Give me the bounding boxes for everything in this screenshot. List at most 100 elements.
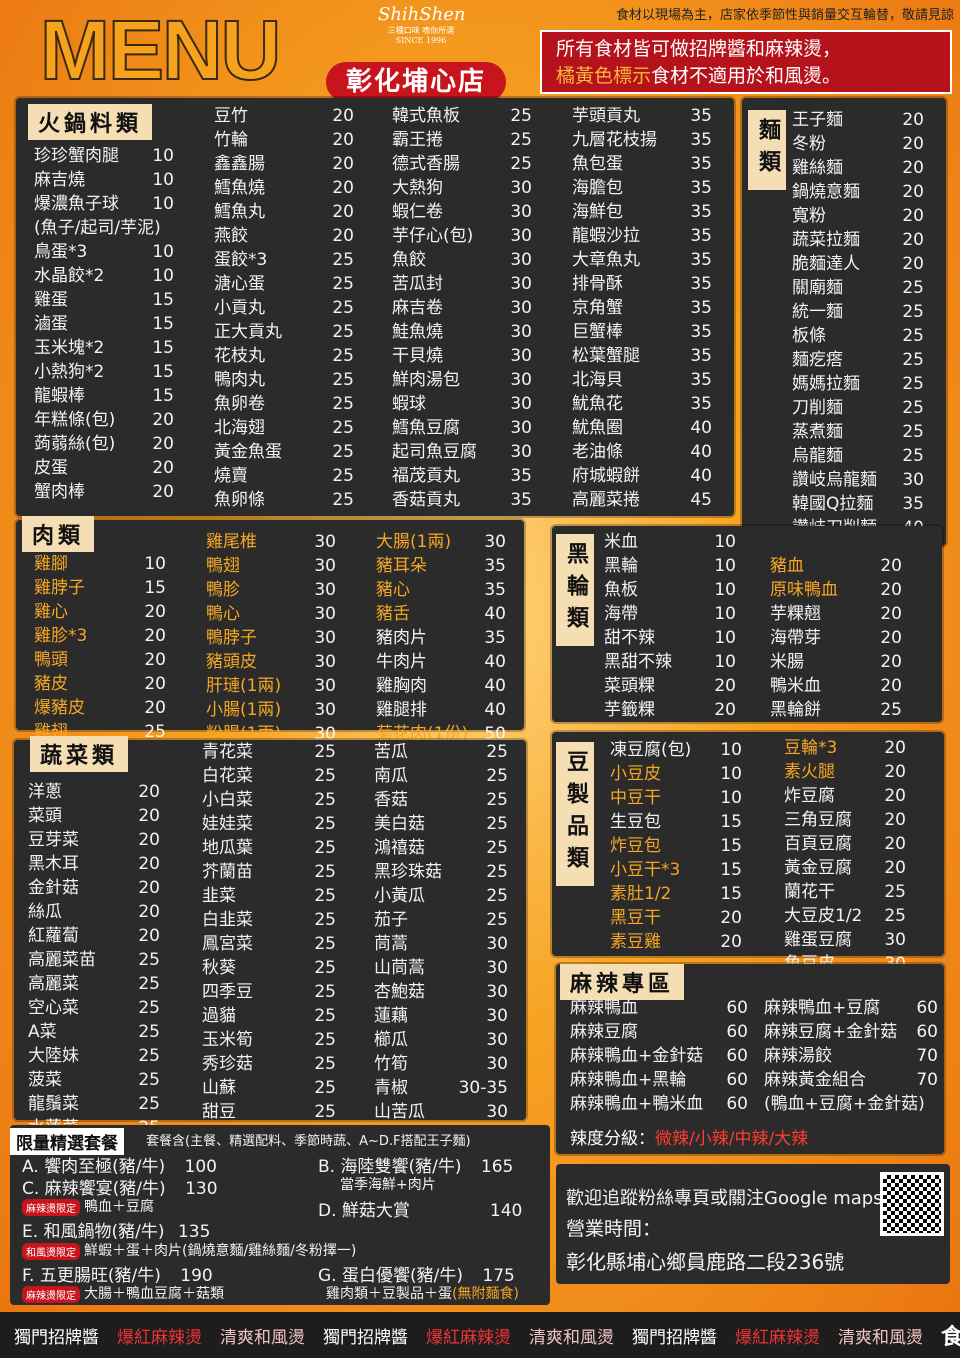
- menu-item-name: 韓式魚板: [392, 106, 460, 126]
- menu-item: 麻辣鴨血+豆腐 60: [764, 996, 938, 1020]
- menu-item: 板條 25: [792, 324, 924, 348]
- menu-item-name: 苦瓜: [374, 742, 408, 762]
- menu-item-price: 30: [510, 418, 532, 438]
- menu-item-price: 25: [902, 398, 924, 418]
- menu-item-price: 30: [510, 226, 532, 246]
- menu-item-name: 娃娃菜: [202, 814, 253, 834]
- bean-title: 豆製品類: [556, 742, 594, 886]
- menu-item-price: 30: [314, 676, 336, 696]
- menu-item-name: 菠菜: [28, 1070, 62, 1090]
- menu-item-price: 20: [714, 700, 736, 720]
- menu-item: 鱈魚丸 20: [214, 200, 354, 224]
- menu-item-price: 20: [138, 830, 160, 850]
- menu-item-price: 10: [714, 604, 736, 624]
- menu-item-name: 北海貝: [572, 370, 623, 390]
- hotpot-col-1: 珍珍蟹肉腿 10 麻吉燒 10 爆濃魚子球 10 (魚子/起司/芋泥) 鳥蛋*3 10 水晶餃*2…: [34, 144, 174, 504]
- menu-item-name: 高麗菜苗: [28, 950, 96, 970]
- menu-item-name: 白花菜: [202, 766, 253, 786]
- menu-item-price: 25: [486, 886, 508, 906]
- menu-item: 黃金豆腐 20: [784, 856, 906, 880]
- menu-item-name: 鱈魚豆腐: [392, 418, 460, 438]
- menu-item-name: 山茼蒿: [374, 958, 425, 978]
- black-col-1: 米血 10 黑輪 10 魚板 10 海帶 10 甜不辣 10 黑甜不辣 10 菜頭粿 20 芋籤粿 20: [604, 530, 736, 722]
- menu-item: 雞心 20: [34, 600, 166, 624]
- menu-item-price: 20: [884, 738, 906, 758]
- menu-item-price: 25: [314, 934, 336, 954]
- menu-item: 竹筍 30: [374, 1052, 508, 1076]
- menu-item: 小豆皮 10: [610, 762, 742, 786]
- menu-item: 大陸妹 25: [28, 1044, 160, 1068]
- menu-item: 紅蘿蔔 20: [28, 924, 160, 948]
- menu-item: 麻辣豆腐 60: [570, 1020, 748, 1044]
- menu-item-price: 25: [138, 974, 160, 994]
- menu-item-name: 甜不辣: [604, 628, 655, 648]
- menu-item-name: 蝦仁卷: [392, 202, 443, 222]
- qr-code-icon[interactable]: [880, 1172, 944, 1236]
- menu-item-name: 香菇: [374, 790, 408, 810]
- menu-item-name: 鴨頭: [34, 650, 68, 670]
- menu-item-name: 雞尾椎: [206, 532, 257, 552]
- menu-item-name: 九層花枝揚: [572, 130, 657, 150]
- menu-item-name: 雞胸肉: [376, 676, 427, 696]
- menu-item-price: 35: [902, 494, 924, 514]
- menu-item-price: 25: [510, 154, 532, 174]
- menu-item-name: 關廟麵: [792, 278, 843, 298]
- menu-item-price: 20: [144, 650, 166, 670]
- menu-item-price: 10: [720, 740, 742, 760]
- bean-col-1: 凍豆腐(包) 10 小豆皮 10 中豆干 10 生豆包 15 炸豆包 15 小豆干*3 15 素肚1/2…: [610, 738, 742, 954]
- menu-item: 地瓜葉 25: [202, 836, 336, 860]
- menu-item: 福茂貢丸 35: [392, 464, 532, 488]
- menu-item: 鴨米血 20: [770, 674, 902, 698]
- menu-item-name: 龍蝦棒: [34, 386, 85, 406]
- menu-item: 鳳宮菜 25: [202, 932, 336, 956]
- menu-item-name: 芋仔心(包): [392, 226, 474, 246]
- menu-item-price: 20: [880, 604, 902, 624]
- menu-item: (鴨血+豆腐+金針菇): [764, 1092, 938, 1116]
- menu-item-name: 龍蝦沙拉: [572, 226, 640, 246]
- menu-item-price: 25: [332, 466, 354, 486]
- set-desc: 套餐含(主餐、精選配料、季節時蔬、A~D.F搭配王子麵): [146, 1134, 471, 1149]
- menu-item: 烏龍麵 25: [792, 444, 924, 468]
- menu-item: 豬皮 20: [34, 672, 166, 696]
- menu-item-name: 豬舌: [376, 604, 410, 624]
- menu-item: 百頁豆腐 20: [784, 832, 906, 856]
- menu-item: 魚板 10: [604, 578, 736, 602]
- menu-item-price: 45: [690, 490, 712, 510]
- menu-item: 米腸 20: [770, 650, 902, 674]
- menu-item: 刀削麵 25: [792, 396, 924, 420]
- menu-item: 麻辣鴨血 60: [570, 996, 748, 1020]
- menu-item-name: 珍珍蟹肉腿: [34, 146, 119, 166]
- footer-b-2: 爆紅麻辣燙: [426, 1327, 511, 1348]
- menu-item-price: 20: [720, 932, 742, 952]
- menu-item-name: 肝璉(1兩): [206, 676, 282, 696]
- menu-item: 芋仔心(包) 30: [392, 224, 532, 248]
- menu-item: 黃金魚蛋 25: [214, 440, 354, 464]
- menu-item: 小豆干*3 15: [610, 858, 742, 882]
- menu-item-price: 20: [138, 806, 160, 826]
- menu-item-price: 35: [510, 466, 532, 486]
- menu-item: 關廟麵 25: [792, 276, 924, 300]
- menu-item: 肝璉(1兩) 30: [206, 674, 336, 698]
- menu-item-price: 10: [714, 556, 736, 576]
- footer-brand: 食神: [941, 1325, 960, 1350]
- menu-item: 鴨翅 30: [206, 554, 336, 578]
- menu-item: 統一麵 25: [792, 300, 924, 324]
- menu-item: 蒸煮麵 25: [792, 420, 924, 444]
- menu-item-price: 30: [314, 604, 336, 624]
- menu-item: 大熱狗 30: [392, 176, 532, 200]
- menu-item-price: 25: [332, 418, 354, 438]
- meat-col-1: 雞腳 10 雞脖子 15 雞心 20 雞胗*3 20 鴨頭 20 豬皮 20 爆豬皮 20 雞翅 25: [34, 552, 166, 744]
- menu-item-price: 25: [314, 1006, 336, 1026]
- menu-item-name: 大熱狗: [392, 178, 443, 198]
- menu-item: 爆濃魚子球 10: [34, 192, 174, 216]
- menu-item-price: 30: [314, 580, 336, 600]
- menu-item-name: 小腸(1兩): [206, 700, 282, 720]
- meat-title: 肉類: [22, 516, 95, 552]
- menu-item: 蘭花干 25: [784, 880, 906, 904]
- menu-item-name: 巨蟹棒: [572, 322, 623, 342]
- menu-item-price: 25: [314, 886, 336, 906]
- menu-item: 媽媽拉麵 25: [792, 372, 924, 396]
- menu-item-name: 大陸妹: [28, 1046, 79, 1066]
- menu-item: 京角蟹 35: [572, 296, 712, 320]
- menu-item-name: 鴨心: [206, 604, 240, 624]
